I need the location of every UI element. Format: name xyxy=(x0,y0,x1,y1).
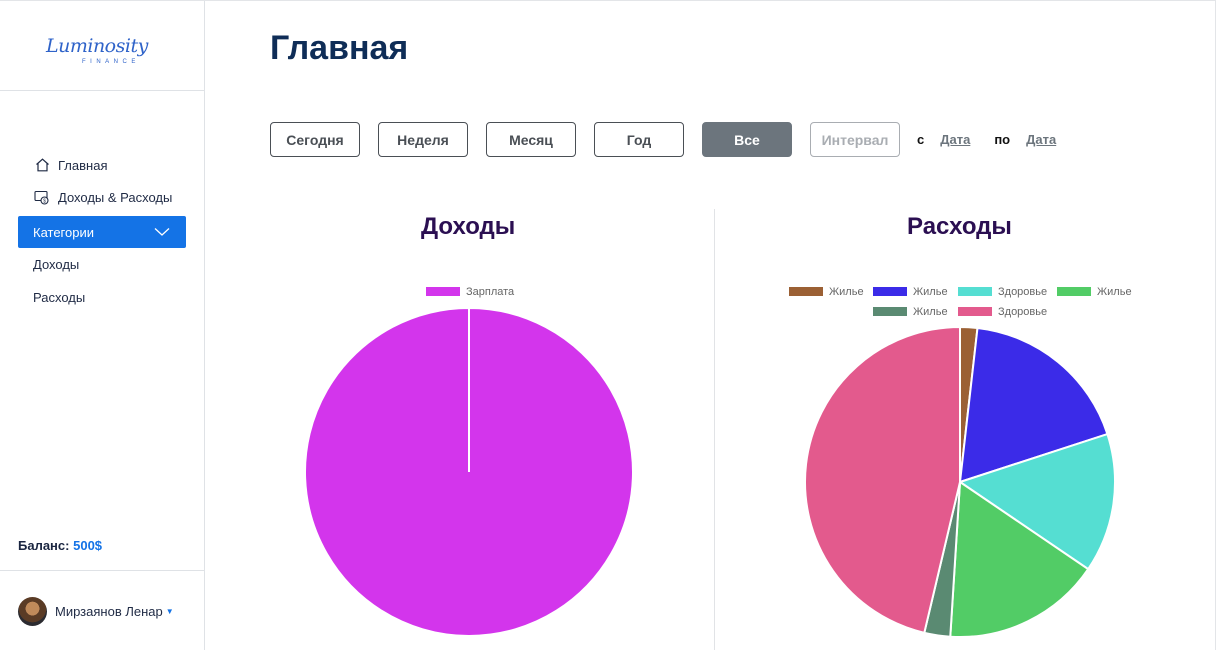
sidebar-item-label: Категории xyxy=(33,224,94,240)
logo-subtitle: FINANCE xyxy=(82,59,140,65)
legend-label[interactable]: Жилье xyxy=(913,306,948,318)
legend-label[interactable]: Зарплата xyxy=(466,286,515,298)
legend-swatch xyxy=(789,287,823,296)
legend-label[interactable]: Жилье xyxy=(913,286,948,298)
home-icon xyxy=(32,157,52,173)
sidebar-subitem-income[interactable]: Доходы xyxy=(18,248,186,281)
sidebar-item-label: Доходы & Расходы xyxy=(58,189,173,205)
legend-label[interactable]: Здоровье xyxy=(998,286,1047,298)
wallet-icon: $ xyxy=(32,189,52,205)
legend-swatch xyxy=(873,287,907,296)
legend-swatch xyxy=(958,287,992,296)
balance: Баланс: 500$ xyxy=(18,538,102,553)
app-window: Luminosity FINANCE Главная $ Доходы & Ра… xyxy=(0,0,1216,650)
legend-swatch xyxy=(873,307,907,316)
legend-label[interactable]: Жилье xyxy=(829,286,864,298)
chevron-down-icon xyxy=(154,225,170,240)
svg-text:$: $ xyxy=(43,198,46,204)
logo[interactable]: Luminosity FINANCE xyxy=(0,1,204,91)
user-name: Мирзаянов Ленар xyxy=(55,603,163,619)
legend-swatch xyxy=(958,307,992,316)
avatar xyxy=(18,596,47,626)
sidebar-subitem-expenses[interactable]: Расходы xyxy=(18,281,186,314)
balance-label: Баланс: xyxy=(18,538,70,553)
legend-label[interactable]: Жилье xyxy=(1097,286,1132,298)
sidebar-nav: Главная $ Доходы & Расходы Категории Дох… xyxy=(18,149,186,314)
legend-label[interactable]: Здоровье xyxy=(998,306,1047,318)
caret-down-icon: ▼ xyxy=(165,606,174,616)
balance-amount: 500$ xyxy=(73,538,103,553)
sidebar-item-label: Главная xyxy=(58,157,108,173)
logo-script: Luminosity xyxy=(46,35,148,57)
sidebar-item-income-expenses[interactable]: $ Доходы & Расходы xyxy=(18,181,186,213)
legend-swatch xyxy=(1057,287,1091,296)
main-content: Главная Сегодня Неделя Месяц Год Все Инт… xyxy=(205,1,1215,650)
legend-swatch xyxy=(426,287,460,296)
sidebar-item-home[interactable]: Главная xyxy=(18,149,186,181)
charts-canvas: Зарплата Жилье Жилье Здоровье Жилье Жилье Здор… xyxy=(304,286,1132,638)
pie-slice-0-0[interactable] xyxy=(304,307,634,637)
user-menu[interactable]: Мирзаянов Ленар ▼ xyxy=(0,570,205,650)
sidebar-item-categories[interactable]: Категории xyxy=(18,216,186,248)
sidebar: Luminosity FINANCE Главная $ Доходы & Ра… xyxy=(0,1,205,650)
